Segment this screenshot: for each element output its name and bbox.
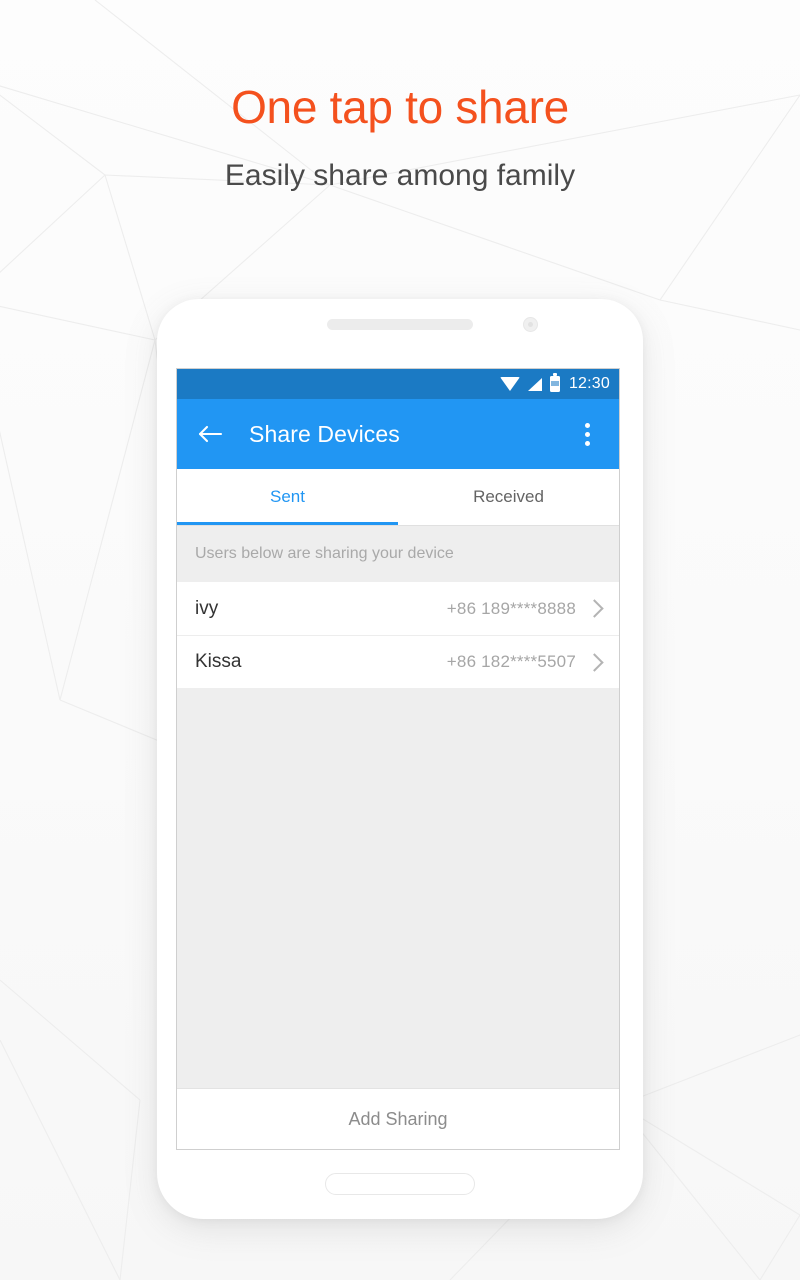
tab-sent[interactable]: Sent bbox=[177, 469, 398, 525]
home-button[interactable] bbox=[325, 1173, 475, 1195]
chevron-right-icon bbox=[585, 652, 604, 672]
signal-icon bbox=[527, 377, 542, 391]
status-bar: 12:30 bbox=[177, 369, 619, 399]
page-title: One tap to share bbox=[231, 81, 569, 133]
add-sharing-label: Add Sharing bbox=[348, 1108, 448, 1129]
overflow-dot bbox=[584, 422, 590, 428]
add-sharing-button[interactable]: Add Sharing bbox=[177, 1088, 619, 1149]
list-item-name: ivy bbox=[195, 597, 219, 619]
list-item[interactable]: ivy +86 189****8888 bbox=[177, 582, 619, 635]
front-camera-icon bbox=[523, 317, 538, 332]
wifi-icon bbox=[499, 377, 520, 391]
list-item-phone: +86 189****8888 bbox=[446, 598, 576, 618]
back-arrow-icon[interactable] bbox=[193, 417, 227, 451]
list-section-header: Users below are sharing your device bbox=[177, 526, 619, 582]
phone-mockup: 12:30 Share Devices Sent Received Users … bbox=[157, 299, 643, 1219]
earpiece-speaker-icon bbox=[327, 319, 473, 330]
app-bar: Share Devices bbox=[177, 399, 619, 469]
tab-bar: Sent Received bbox=[177, 469, 619, 526]
status-bar-icons bbox=[499, 373, 560, 392]
overflow-dot bbox=[584, 440, 590, 446]
shared-users-list: ivy +86 189****8888 Kissa +86 182****550… bbox=[177, 582, 619, 688]
promo-text-block: One tap to share Easily share among fami… bbox=[0, 0, 800, 192]
page-subtitle: Easily share among family bbox=[224, 158, 576, 192]
list-item-name: Kissa bbox=[195, 651, 242, 672]
status-bar-clock: 12:30 bbox=[568, 375, 610, 392]
chevron-right-icon bbox=[585, 599, 604, 618]
phone-screen: 12:30 Share Devices Sent Received Users … bbox=[176, 368, 620, 1150]
tab-received-label: Received bbox=[473, 487, 544, 506]
battery-icon bbox=[549, 373, 560, 392]
overflow-dot bbox=[584, 431, 590, 437]
overflow-menu-icon[interactable] bbox=[571, 417, 603, 451]
tab-sent-label: Sent bbox=[270, 487, 305, 506]
app-bar-title: Share Devices bbox=[249, 420, 400, 447]
empty-list-area bbox=[177, 688, 619, 1088]
tab-received[interactable]: Received bbox=[398, 469, 619, 525]
list-item-phone: +86 182****5507 bbox=[446, 652, 576, 671]
list-item[interactable]: Kissa +86 182****5507 bbox=[177, 635, 619, 688]
